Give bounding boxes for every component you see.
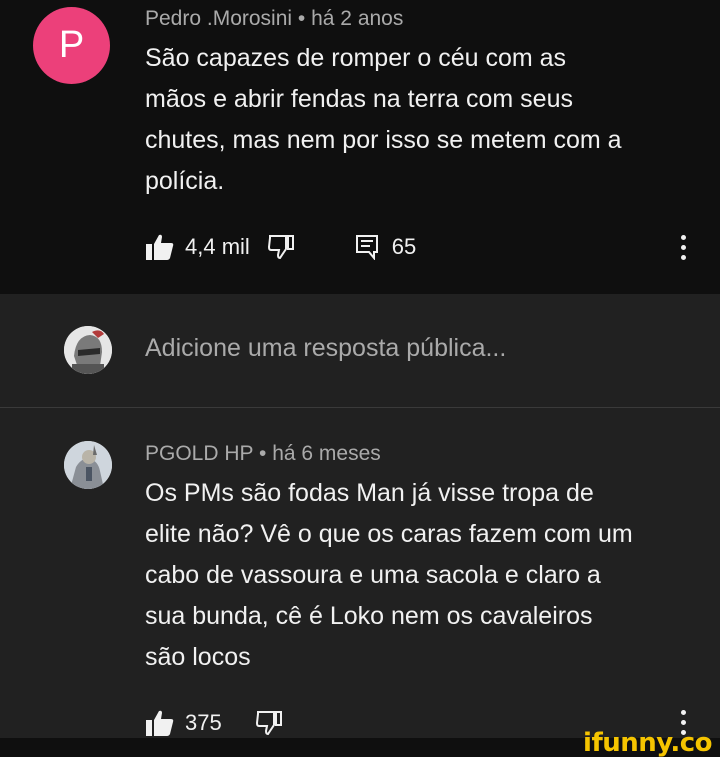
comment-line: polícia. — [145, 167, 225, 195]
dot — [680, 244, 686, 250]
comment-time[interactable]: há 2 anos — [311, 7, 403, 30]
author-name[interactable]: PGOLD HP — [145, 442, 253, 465]
reply-input-area: Adicione uma resposta pública... — [0, 294, 720, 407]
reply-count[interactable]: 65 — [392, 234, 416, 260]
dot — [680, 234, 686, 240]
dot — [680, 719, 686, 725]
avatar[interactable]: P — [33, 7, 110, 84]
reply-input[interactable]: Adicione uma resposta pública... — [145, 334, 685, 368]
comment-meta: Pedro .Morosini • há 2 anos — [145, 7, 403, 31]
reply-comment: PGOLD HP • há 6 meses Os PMs são fodas M… — [0, 408, 720, 738]
dot — [680, 709, 686, 715]
comment-text: Os PMs são fodas Man já visse tropa de e… — [145, 473, 633, 678]
top-comment: P Pedro .Morosini • há 2 anos São capaze… — [0, 0, 720, 294]
comment-line: São capazes de romper o céu com as — [145, 44, 567, 72]
like-count: 375 — [185, 710, 222, 735]
current-user-avatar[interactable] — [64, 326, 112, 374]
avatar-letter: P — [58, 24, 85, 66]
more-vertical-icon[interactable] — [673, 233, 693, 261]
like-count: 4,4 mil — [185, 234, 250, 259]
thumbs-up-icon[interactable] — [145, 233, 175, 261]
avatar[interactable] — [64, 441, 112, 489]
comment-line: são locos — [145, 643, 251, 671]
comment-line: sua bunda, cê é Loko nem os cavaleiros — [145, 602, 593, 630]
comment-line: mãos e abrir fendas na terra com seus — [145, 85, 573, 113]
dot — [680, 254, 686, 260]
watermark: ifunny.co — [583, 728, 712, 757]
comment-line: elite não? Vê o que os caras fazem com u… — [145, 520, 633, 548]
comment-text: São capazes de romper o céu com as mãos … — [145, 38, 622, 202]
meta-separator: • — [259, 442, 267, 465]
meta-separator: • — [297, 7, 306, 30]
comment-icon[interactable] — [355, 234, 379, 260]
thumbs-up-icon[interactable] — [145, 709, 175, 737]
author-name[interactable]: Pedro .Morosini — [145, 7, 292, 30]
comment-meta: PGOLD HP • há 6 meses — [145, 442, 381, 466]
thumbs-down-icon[interactable] — [255, 710, 283, 736]
comment-actions: 4,4 mil 65 — [145, 232, 416, 262]
thumbs-down-icon[interactable] — [267, 234, 295, 260]
comment-line: cabo de vassoura e uma sacola e claro a — [145, 561, 601, 589]
comment-time[interactable]: há 6 meses — [272, 442, 381, 465]
comment-line: chutes, mas nem por isso se metem com a — [145, 126, 622, 154]
comment-line: Os PMs são fodas Man já visse tropa de — [145, 479, 594, 507]
reply-placeholder: Adicione uma resposta pública... — [145, 334, 507, 362]
comment-actions: 375 — [145, 708, 283, 738]
